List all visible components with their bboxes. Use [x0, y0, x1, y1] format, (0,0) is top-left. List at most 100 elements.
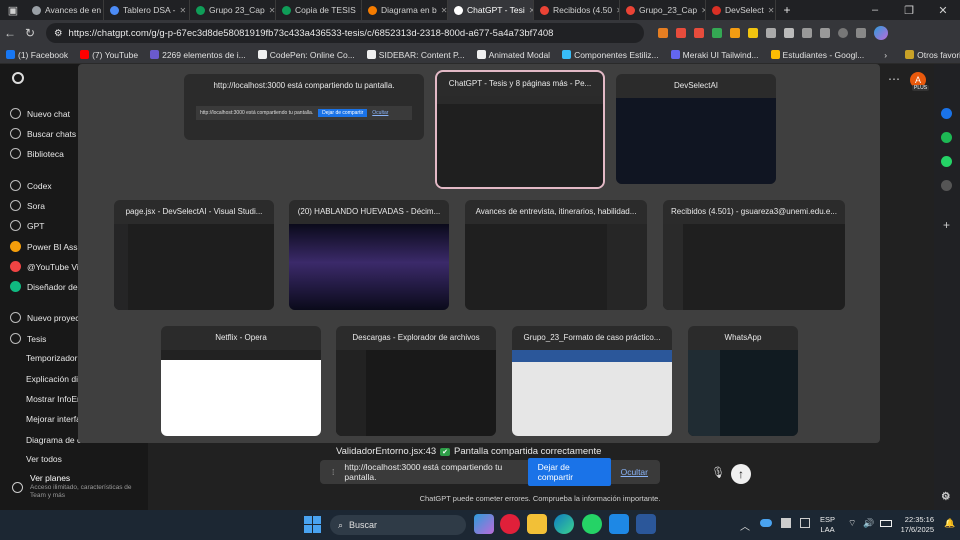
tab-favicon-icon	[712, 5, 721, 15]
whatsapp-app-icon[interactable]	[582, 514, 602, 534]
reload-icon[interactable]: ↻	[20, 26, 40, 40]
tray-icon[interactable]	[800, 518, 810, 528]
extension-icon[interactable]	[730, 28, 740, 38]
bookmark-label: Meraki UI Tailwind...	[682, 49, 759, 60]
bookmark-icon	[770, 50, 780, 59]
bookmark-item[interactable]: (1) Facebook	[6, 50, 68, 60]
address-bar[interactable]: ⚙ https://chatgpt.com/g/g-p-67ec3d8de580…	[46, 23, 644, 43]
bookmark-item[interactable]: CodePen: Online Co...	[257, 50, 355, 60]
menu-icon[interactable]	[856, 28, 866, 38]
browser-tab[interactable]: Tablero DSA - ✕	[104, 0, 190, 20]
onedrive-icon[interactable]	[760, 519, 772, 527]
favorites-icon[interactable]	[802, 28, 812, 38]
close-tab-icon[interactable]: ✕	[179, 6, 186, 15]
edge-icon[interactable]	[554, 514, 574, 534]
share-source-card[interactable]: Netflix - Opera	[161, 326, 321, 436]
microphone-icon[interactable]: 🎙	[711, 466, 725, 479]
tray-chevron-icon[interactable]: ︿	[740, 518, 750, 533]
bookmark-item[interactable]: Componentes Estiliz...	[562, 50, 659, 60]
share-source-card[interactable]: ChatGPT - Tesis y 8 páginas más - Pe...	[435, 70, 605, 189]
bookmarks-more-icon[interactable]: ›	[884, 50, 887, 60]
share-source-card[interactable]: Grupo_23_Formato de caso práctico...	[512, 326, 672, 436]
more-options-icon[interactable]: ⋯	[888, 72, 900, 86]
extension-icon[interactable]	[748, 28, 758, 38]
browser-tab[interactable]: DevSelect ✕	[706, 0, 776, 20]
maximize-icon[interactable]: ❐	[892, 4, 926, 17]
share-source-card[interactable]: WhatsApp	[688, 326, 798, 436]
share-source-card[interactable]: DevSelectAI	[616, 74, 776, 184]
tab-label: Copia de TESIS	[295, 5, 356, 15]
share-source-card[interactable]: page.jsx - DevSelectAI - Visual Studi...	[114, 200, 274, 310]
copilot-app-icon[interactable]	[474, 514, 494, 534]
add-sidebar-icon[interactable]: +	[943, 218, 950, 232]
vscode-icon[interactable]	[609, 514, 629, 534]
browser-tab[interactable]: Grupo 23_Cap ✕	[190, 0, 276, 20]
browser-tab[interactable]: Avances de en✕	[26, 0, 104, 20]
extension-icon[interactable]	[658, 28, 668, 38]
copilot-icon[interactable]	[874, 26, 888, 40]
workspaces-icon[interactable]: ▣	[0, 4, 26, 17]
new-tab-button[interactable]: +	[776, 3, 798, 17]
hide-button[interactable]: Ocultar	[621, 467, 648, 477]
profile-icon[interactable]	[838, 28, 848, 38]
bookmark-item[interactable]: (7) YouTube	[80, 50, 138, 60]
language-indicator[interactable]: ESP LAA	[820, 515, 835, 535]
extension-icon[interactable]	[676, 28, 686, 38]
search-sidebar-icon[interactable]	[941, 108, 952, 119]
share-source-card[interactable]: (20) HABLANDO HUEVADAS - Décim...	[289, 200, 449, 310]
bookmark-item[interactable]: Animated Modal	[476, 50, 550, 60]
clock[interactable]: 22:35:16 17/6/2025	[896, 515, 934, 535]
help-icon[interactable]: ⚙	[941, 491, 950, 502]
other-favorites[interactable]: Otros favoritos	[905, 50, 960, 60]
site-info-icon[interactable]: ⚙	[54, 28, 63, 39]
extension-icon[interactable]	[694, 28, 704, 38]
tab-label: Recibidos (4.50	[553, 5, 613, 15]
spotify-icon[interactable]	[941, 132, 952, 143]
drag-handle-icon[interactable]: ⁞	[332, 467, 334, 477]
browser-tab[interactable]: Grupo_23_Cap✕	[620, 0, 706, 20]
browser-tab[interactable]: Diagrama en b ✕	[362, 0, 448, 20]
browser-tab[interactable]: Copia de TESIS✕	[276, 0, 362, 20]
bookmark-item[interactable]: Estudiantes - Googl...	[770, 50, 864, 60]
bookmark-item[interactable]: 2269 elementos de i...	[150, 50, 246, 60]
taskbar-search[interactable]: ⌕ Buscar	[330, 515, 466, 535]
bookmark-item[interactable]: Meraki UI Tailwind...	[670, 49, 759, 60]
file-explorer-icon[interactable]	[527, 514, 547, 534]
browser-side-panel: + ⚙	[934, 64, 960, 510]
close-tab-icon[interactable]: ✕	[269, 6, 275, 15]
wifi-icon[interactable]: ⌔	[848, 518, 856, 529]
share-source-card[interactable]: Descargas - Explorador de archivos	[336, 326, 496, 436]
whatsapp-icon[interactable]	[941, 156, 952, 167]
sidebar-item-label: GPT	[27, 220, 45, 231]
stop-sharing-button[interactable]: Dejar de compartir	[527, 458, 611, 486]
close-window-icon[interactable]: ✕	[926, 4, 960, 17]
share-source-card[interactable]: Avances de entrevista, itinerarios, habi…	[465, 200, 647, 310]
opera-icon[interactable]	[500, 514, 520, 534]
extension-icon[interactable]	[766, 28, 776, 38]
share-source-card[interactable]: http://localhost:3000 está compartiendo …	[184, 74, 424, 140]
back-icon[interactable]: ←	[0, 26, 20, 40]
bookmark-item[interactable]: SIDEBAR: Content P...	[366, 50, 465, 60]
minimize-icon[interactable]: –	[858, 4, 892, 16]
volume-icon[interactable]: 🔊	[863, 518, 874, 529]
bookmark-icon	[670, 50, 680, 59]
puzzle-icon[interactable]	[784, 28, 794, 38]
start-button[interactable]	[304, 516, 321, 533]
browser-tab[interactable]: ChatGPT - Tesi✕	[448, 0, 534, 20]
tiktok-icon[interactable]	[941, 180, 952, 191]
sidebar-item[interactable]: Ver todos	[26, 454, 162, 464]
notifications-icon[interactable]: 🔔	[944, 518, 955, 529]
chatgpt-logo-icon[interactable]	[12, 72, 24, 84]
tray-icon[interactable]	[781, 518, 791, 528]
share-source-card[interactable]: Recibidos (4.501) - gsuareza3@unemi.edu.…	[663, 200, 845, 310]
close-tab-icon[interactable]: ✕	[441, 6, 447, 15]
card-title: page.jsx - DevSelectAI - Visual Studi...	[125, 206, 263, 216]
word-icon[interactable]	[636, 514, 656, 534]
battery-icon[interactable]	[880, 520, 892, 527]
extension-icon[interactable]	[712, 28, 722, 38]
browser-tab[interactable]: Recibidos (4.50✕	[534, 0, 620, 20]
close-tab-icon[interactable]: ✕	[768, 6, 775, 15]
upgrade-plans[interactable]: Ver planes Acceso ilimitado, característ…	[10, 472, 146, 504]
send-button[interactable]: ↑	[731, 464, 751, 484]
collections-icon[interactable]	[820, 28, 830, 38]
